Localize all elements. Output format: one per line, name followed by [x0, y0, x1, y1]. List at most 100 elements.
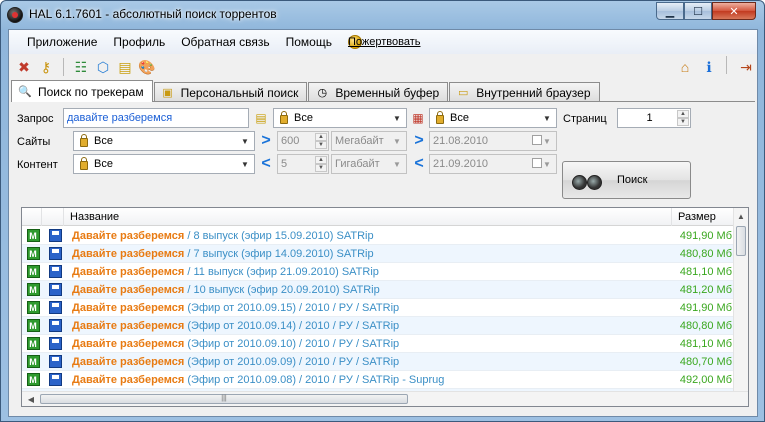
menu-application[interactable]: Приложение [19, 35, 105, 49]
tab-label: Поиск по трекерам [38, 84, 144, 99]
spin-down-icon[interactable]: ▼ [677, 118, 689, 126]
tab-tracker-search[interactable]: 🔍 Поиск по трекерам [11, 80, 153, 102]
torrent-title[interactable]: Давайте разберемся / 8 выпуск (эфир 15.0… [72, 230, 668, 242]
content-value: Все [94, 158, 113, 170]
query-match: Давайте разберемся [72, 373, 185, 386]
toolbar-separator [63, 58, 64, 76]
save-icon[interactable] [48, 229, 62, 243]
table-row[interactable]: M Давайте разберемся (Эфир от 2010.09.15)… [22, 299, 744, 317]
magnet-icon[interactable]: M [26, 301, 40, 315]
menu-donate[interactable]: Пожертвовать [340, 35, 420, 49]
table-row[interactable]: M Давайте разберемся / 7 выпуск (эфир 14.… [22, 245, 744, 263]
save-icon[interactable] [48, 283, 62, 297]
column-header-icon2[interactable] [42, 208, 64, 226]
torrent-title[interactable]: Давайте разберемся / 7 выпуск (эфир 14.0… [72, 248, 668, 260]
torrent-title[interactable]: Давайте разберемся (Эфир от 2010.09.10) … [72, 338, 668, 350]
search-button[interactable]: Поиск [562, 161, 691, 199]
magnifier-icon: 🔍 [18, 86, 32, 98]
tools-icon[interactable]: ✖ [13, 56, 35, 78]
ticket-icon[interactable]: ▤ [252, 109, 270, 127]
magnet-icon[interactable]: M [26, 265, 40, 279]
menu-profile[interactable]: Профиль [105, 35, 173, 49]
browser-icon: ▭ [458, 87, 469, 99]
query-input[interactable]: давайте разберемся [63, 108, 249, 128]
save-icon[interactable] [48, 247, 62, 261]
horizontal-scrollbar[interactable]: ◀ ||| [22, 391, 748, 406]
search-panel: Запрос давайте разберемся ▤ Все ▼ ▦ Все … [11, 101, 755, 415]
home-icon[interactable]: ⌂ [674, 56, 696, 78]
toolbar: ✖ ⚷ ☷ ⬡ ▤ 🎨 ⌂ ℹ ⇥ [9, 54, 757, 80]
tab-internal-browser[interactable]: ▭ Внутренний браузер [449, 82, 600, 102]
tab-temp-buffer[interactable]: ◷ Временный буфер [308, 82, 449, 102]
magnet-icon[interactable]: M [26, 247, 40, 261]
table-row[interactable]: M Давайте разберемся / 10 выпуск (эфир 20… [22, 281, 744, 299]
date-filter-value: Все [450, 112, 469, 124]
pages-stepper[interactable]: 1 ▲ ▼ [617, 108, 691, 128]
greater-than-icon[interactable]: > [410, 132, 428, 150]
magnet-icon[interactable]: M [26, 229, 40, 243]
exit-icon[interactable]: ⇥ [735, 56, 757, 78]
vertical-scrollbar[interactable]: ▲ [733, 208, 748, 406]
horizontal-scroll-thumb[interactable]: ||| [40, 394, 408, 404]
maximize-icon: ☐ [693, 5, 703, 18]
torrent-title[interactable]: Давайте разберемся (Эфир от 2010.09.15) … [72, 302, 668, 314]
close-button[interactable]: ✕ [712, 2, 756, 20]
title-bar[interactable]: HAL 6.1.7601 - абсолютный поиск торренто… [1, 1, 764, 29]
torrent-title[interactable]: Давайте разберемся / 10 выпуск (эфир 20.… [72, 284, 668, 296]
cube-icon[interactable]: ⬡ [92, 56, 114, 78]
less-than-icon[interactable]: < [257, 155, 275, 173]
key-icon[interactable]: ⚷ [35, 56, 57, 78]
category-select[interactable]: Все ▼ [273, 108, 407, 128]
spin-up-icon[interactable]: ▲ [677, 110, 689, 118]
magnet-icon[interactable]: M [26, 319, 40, 333]
app-icon[interactable] [7, 7, 23, 23]
save-icon[interactable] [48, 355, 62, 369]
less-than-icon[interactable]: < [410, 155, 428, 173]
tree-icon[interactable]: ☷ [70, 56, 92, 78]
torrent-title[interactable]: Давайте разберемся (Эфир от 2010.09.14) … [72, 320, 668, 332]
column-header-icon1[interactable] [22, 208, 42, 226]
menu-feedback[interactable]: Обратная связь [173, 35, 277, 49]
title-rest: (Эфир от 2010.09.14) / 2010 / РУ / SATRi… [184, 319, 400, 332]
table-row[interactable]: M Давайте разберемся (Эфир от 2010.09.14)… [22, 317, 744, 335]
save-icon[interactable] [48, 301, 62, 315]
magnet-icon[interactable]: M [26, 355, 40, 369]
scroll-left-icon[interactable]: ◀ [24, 393, 38, 406]
ticket-icon[interactable]: ▤ [114, 56, 136, 78]
menu-donate-label: Пожертвовать [347, 36, 421, 48]
magnet-icon[interactable]: M [26, 373, 40, 387]
save-icon[interactable] [48, 319, 62, 333]
save-icon[interactable] [48, 265, 62, 279]
maximize-button[interactable]: ☐ [684, 2, 712, 20]
sites-select[interactable]: Все ▼ [73, 131, 255, 151]
table-row[interactable]: M Давайте разберемся / 11 выпуск (эфир 21… [22, 263, 744, 281]
search-button-label: Поиск [617, 174, 648, 186]
save-icon[interactable] [48, 373, 62, 387]
menu-help[interactable]: Помощь [278, 35, 340, 49]
torrent-title[interactable]: Давайте разберемся (Эфир от 2010.09.08) … [72, 374, 668, 386]
torrent-title[interactable]: Давайте разберемся (Эфир от 2010.09.09) … [72, 356, 668, 368]
table-row[interactable]: M Давайте разберемся (Эфир от 2010.09.09)… [22, 353, 744, 371]
min-size-unit-select: Мегабайт ▼ [331, 131, 407, 151]
query-match: Давайте разберемся [72, 247, 185, 260]
column-header-name[interactable]: Название [64, 208, 672, 226]
table-row[interactable]: M Давайте разберемся (Эфир от 2010.09.08)… [22, 371, 744, 389]
save-icon[interactable] [48, 337, 62, 351]
palette-icon[interactable]: 🎨 [136, 56, 158, 78]
minimize-icon: ▁ [665, 5, 675, 18]
greater-than-icon[interactable]: > [257, 132, 275, 150]
table-row[interactable]: M Давайте разберемся (Эфир от 2010.09.10)… [22, 335, 744, 353]
minimize-button[interactable]: ▁ [656, 2, 684, 20]
calendar-icon[interactable]: ▦ [409, 109, 427, 127]
table-row[interactable]: M Давайте разберемся / 8 выпуск (эфир 15.… [22, 227, 744, 245]
info-icon[interactable]: ℹ [698, 56, 720, 78]
torrent-title[interactable]: Давайте разберемся / 11 выпуск (эфир 21.… [72, 266, 668, 278]
vertical-scroll-thumb[interactable] [736, 226, 746, 256]
scroll-up-icon[interactable]: ▲ [734, 208, 748, 224]
magnet-icon[interactable]: M [26, 283, 40, 297]
tab-personal-search[interactable]: ▣ Персональный поиск [153, 82, 308, 102]
content-select[interactable]: Все ▼ [73, 154, 255, 174]
toolbar-right: ⌂ ℹ ⇥ [672, 56, 757, 78]
magnet-icon[interactable]: M [26, 337, 40, 351]
date-filter-select[interactable]: Все ▼ [429, 108, 557, 128]
